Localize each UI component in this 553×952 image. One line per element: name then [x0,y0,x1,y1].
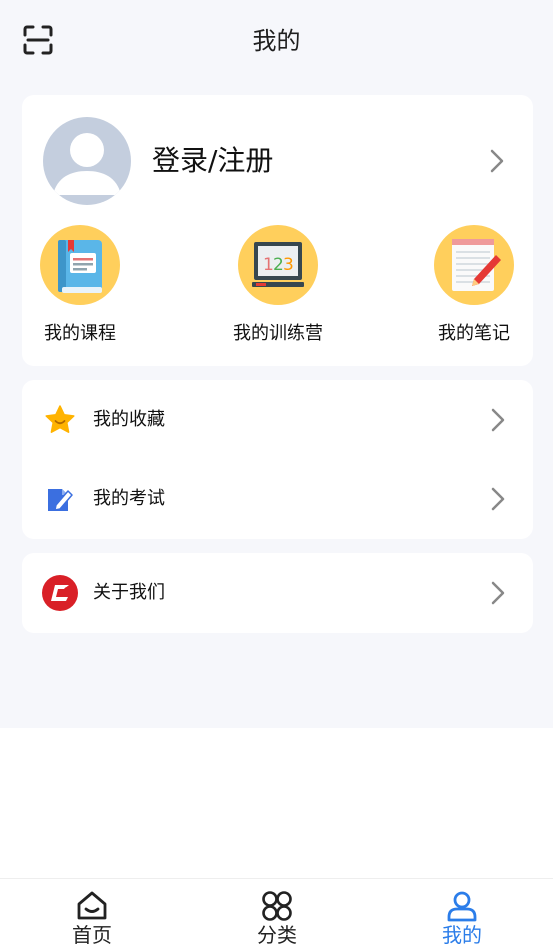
menu-item-label: 我的收藏 [93,409,165,430]
menu-item-label: 关于我们 [93,582,165,603]
menu-item-favorites[interactable]: 我的收藏 [22,380,533,460]
shortcut-my-bootcamp[interactable]: 1 2 3 我的训练营 [222,225,334,355]
notepad-pencil-icon [434,225,514,305]
profile-page: 我的 登录/注册 我的课程 1 2 3 我的训练营 我的笔记 我的收藏 我的考试… [0,0,553,952]
tab-label: 我的 [442,923,482,947]
bottom-tab-bar: 首页 分类 我的 [0,878,553,952]
svg-text:3: 3 [283,255,294,275]
menu-item-about-us[interactable]: 关于我们 [22,553,533,633]
home-icon [75,889,109,923]
book-icon [40,225,120,305]
shortcut-label: 我的笔记 [438,323,510,344]
default-avatar-icon [43,117,131,205]
menu-item-exams[interactable]: 我的考试 [22,459,533,539]
profile-card: 登录/注册 我的课程 1 2 3 我的训练营 我的笔记 [22,95,533,366]
blackboard-123-icon: 1 2 3 [238,225,318,305]
page-title: 我的 [252,27,301,55]
tab-label: 分类 [257,923,297,947]
login-register-link[interactable]: 登录/注册 [152,141,273,181]
login-register-row[interactable]: 登录/注册 [22,95,533,225]
shortcut-label: 我的课程 [44,323,116,344]
header: 我的 [0,0,553,82]
tab-label: 首页 [72,923,112,947]
exam-edit-icon [44,483,76,515]
tab-category[interactable]: 分类 [207,879,347,952]
star-icon [44,404,76,436]
user-icon [445,889,479,923]
chevron-right-icon [488,406,508,434]
chevron-right-icon [488,485,508,513]
tab-me[interactable]: 我的 [392,879,532,952]
shortcut-label: 我的训练营 [233,323,323,344]
tab-home[interactable]: 首页 [22,879,162,952]
about-card: 关于我们 [22,553,533,633]
category-icon [260,889,294,923]
chevron-right-icon [487,147,507,175]
menu-card: 我的收藏 我的考试 [22,380,533,539]
shortcut-my-notes[interactable]: 我的笔记 [424,225,524,355]
chevron-right-icon [488,579,508,607]
brand-logo-icon [42,575,78,611]
shortcut-my-courses[interactable]: 我的课程 [34,225,126,355]
menu-item-label: 我的考试 [93,488,165,509]
